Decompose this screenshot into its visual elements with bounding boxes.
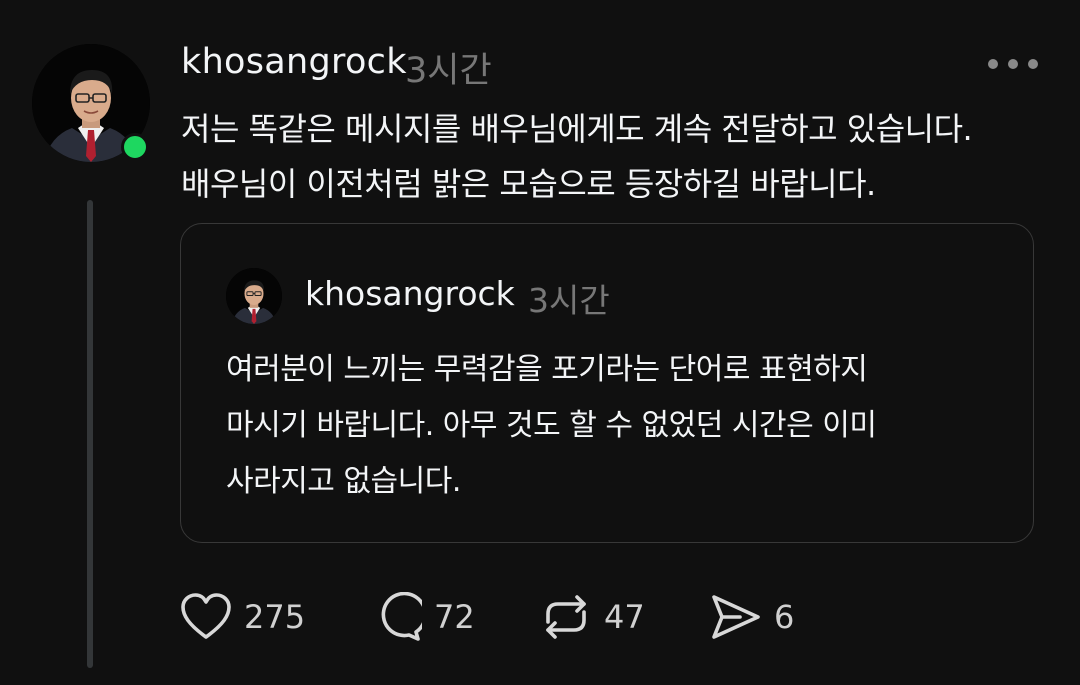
more-dot-icon (988, 59, 998, 69)
comment-button[interactable]: 72 (372, 592, 475, 642)
quoted-text-line: 여러분이 느끼는 무력감을 포기라는 단어로 표현하지 (226, 352, 868, 387)
quoted-text-line: 마시기 바랍니다. 아무 것도 할 수 없었던 시간은 이미 (226, 408, 877, 443)
more-options-button[interactable] (988, 56, 1038, 72)
post-text-line: 배우님이 이전처럼 밝은 모습으로 등장하길 바랍니다. (181, 165, 876, 203)
like-button[interactable]: 275 (180, 592, 305, 642)
quoted-author-username[interactable]: khosangrock (305, 274, 515, 313)
share-button[interactable]: 6 (710, 592, 794, 642)
post-body: 저는 똑같은 메시지를 배우님에게도 계속 전달하고 있습니다. 배우님이 이전… (181, 102, 1051, 212)
author-username[interactable]: khosangrock (181, 42, 407, 82)
more-dot-icon (1028, 59, 1038, 69)
more-dot-icon (1008, 59, 1018, 69)
repost-count: 47 (604, 598, 645, 636)
quoted-author-avatar[interactable] (226, 268, 282, 324)
thread-line (87, 200, 93, 668)
quoted-post-card[interactable]: khosangrock 3시간 여러분이 느끼는 무력감을 포기라는 단어로 표… (180, 223, 1034, 543)
post-text-line: 저는 똑같은 메시지를 배우님에게도 계속 전달하고 있습니다. (181, 110, 973, 148)
online-status-dot (121, 133, 149, 161)
share-count: 6 (774, 598, 795, 636)
comment-icon (372, 592, 422, 642)
heart-icon (180, 593, 232, 641)
repost-icon (540, 592, 592, 642)
repost-button[interactable]: 47 (540, 592, 645, 642)
quoted-post-body: 여러분이 느끼는 무력감을 포기라는 단어로 표현하지 마시기 바랍니다. 아무… (226, 342, 1006, 510)
quoted-post-timestamp: 3시간 (528, 281, 610, 320)
post-timestamp: 3시간 (405, 51, 492, 91)
share-icon (710, 592, 762, 642)
quoted-text-line: 사라지고 없습니다. (226, 464, 461, 499)
thread-post: khosangrock 3시간 저는 똑같은 메시지를 배우님에게도 계속 전달… (0, 0, 1080, 685)
author-avatar[interactable] (32, 44, 150, 162)
comment-count: 72 (434, 598, 475, 636)
like-count: 275 (244, 598, 306, 636)
